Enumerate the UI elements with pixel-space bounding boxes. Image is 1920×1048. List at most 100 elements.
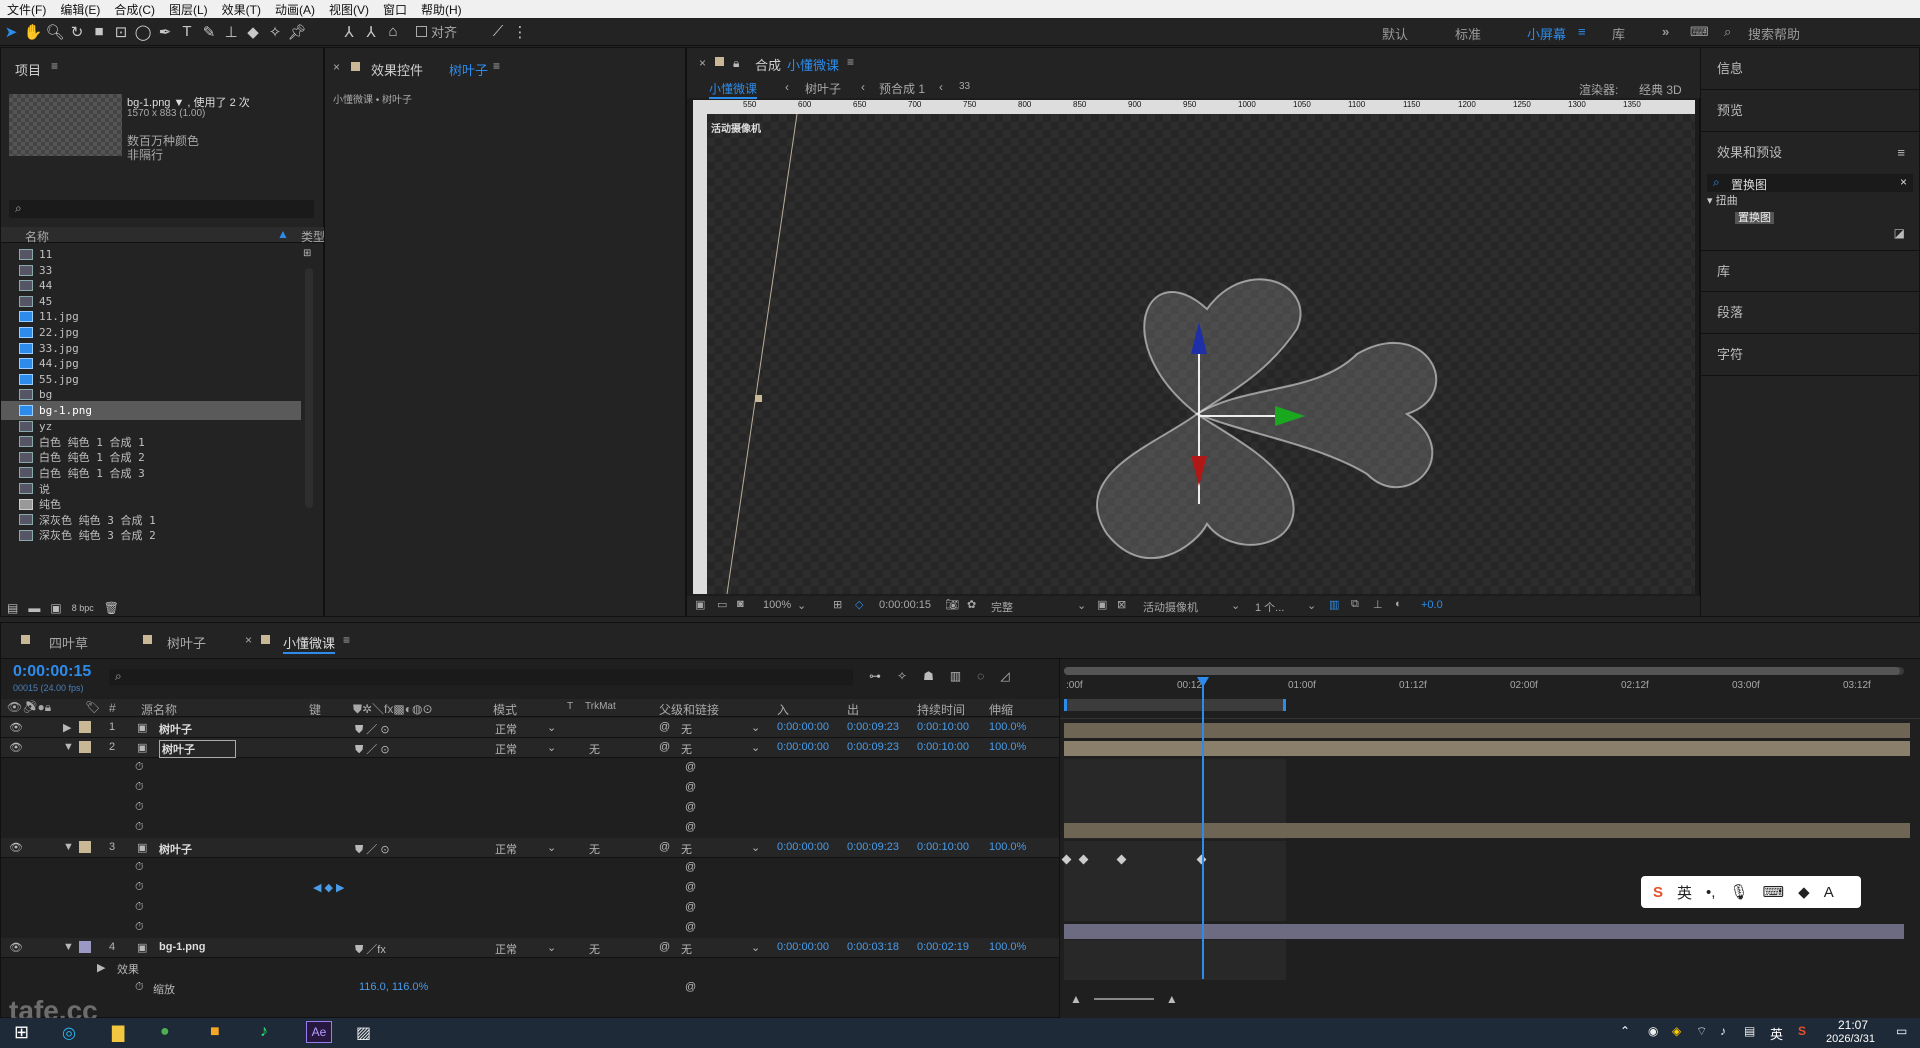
workspace-library[interactable]: 库 [1612, 24, 1625, 43]
align-checkbox[interactable]: 对齐 [416, 22, 457, 41]
zoom-tool-icon[interactable]: 🔍︎ [44, 23, 66, 41]
panel-menu-icon[interactable]: ≡ [847, 55, 854, 69]
layer-switches-icons[interactable]: ⛊ ／ ⊙ [355, 721, 390, 737]
name-column-header[interactable]: 名称 [25, 228, 49, 245]
delete-icon[interactable]: 🗑︎ [104, 601, 119, 615]
expand-arrow-icon[interactable]: ▼ [63, 741, 74, 753]
panel-menu-icon[interactable]: ≡ [51, 59, 58, 73]
snap-icon[interactable]: ⟋ [487, 23, 509, 40]
volume-icon[interactable]: ♪ [1720, 1024, 1726, 1038]
layer-stretch[interactable]: 100.0% [989, 941, 1026, 953]
new-comp-icon[interactable]: ▣ [50, 601, 61, 615]
layer-parent-select[interactable]: 无 [681, 741, 692, 757]
microphone-icon[interactable]: 🎙︎ [1729, 883, 1748, 901]
tray-icon[interactable]: ◈ [1672, 1024, 1681, 1038]
expression-pickwhip-icon[interactable]: @ [685, 821, 696, 833]
expression-pickwhip-icon[interactable]: @ [685, 981, 696, 993]
hand-tool-icon[interactable]: ✋ [22, 23, 44, 41]
label-color-swatch[interactable] [79, 741, 91, 753]
stopwatch-icon[interactable]: ⏱︎ [135, 881, 144, 894]
bpc-button[interactable]: 8 bpc [72, 603, 94, 613]
network-icon[interactable]: ⌔ [1696, 1024, 1707, 1039]
layer-parent-select[interactable]: 无 [681, 941, 692, 957]
fast-preview-icon[interactable]: ▥ [1329, 598, 1339, 611]
exposure-value[interactable]: +0.0 [1421, 599, 1443, 611]
brush-tool-icon[interactable]: ✎ [198, 23, 220, 41]
property-row[interactable]: ⏱︎ @ [1, 818, 1059, 838]
expression-pickwhip-icon[interactable]: @ [685, 801, 696, 813]
menu-item-3[interactable]: 图层(L) [162, 1, 215, 18]
work-area-bar[interactable] [1064, 699, 1286, 711]
layer-out[interactable]: 0:00:09:23 [847, 841, 899, 853]
source-name-header[interactable]: 源名称 [141, 701, 177, 718]
layer-parent-select[interactable]: 无 [681, 721, 692, 737]
flowchart-icon[interactable]: ⊥ [1373, 598, 1383, 611]
windows-start-icon[interactable]: ⊞ [14, 1022, 29, 1043]
snap-grid-icon[interactable]: ⋮ [509, 23, 531, 41]
layer-out[interactable]: 0:00:09:23 [847, 741, 899, 753]
layer-4-bar[interactable] [1064, 924, 1904, 939]
layer-duration[interactable]: 0:00:10:00 [917, 841, 969, 853]
graph-editor-icon[interactable]: ◿ [1000, 669, 1009, 683]
layer-1-bar[interactable] [1064, 723, 1910, 738]
layer-name[interactable]: bg-1.png [159, 941, 205, 953]
timeline-icon[interactable]: ⧉ [1351, 598, 1359, 611]
time-ruler[interactable]: :00f 00:12f 01:00f 01:12f 02:00f 02:12f 03:00f… [1060, 677, 1920, 697]
layer-trkmat-select[interactable]: 无 [589, 941, 600, 957]
roto-tool-icon[interactable]: ✧ [264, 23, 286, 41]
property-row[interactable]: ⏱︎ @ [1, 758, 1059, 778]
mask-icon[interactable]: ◙ [737, 598, 744, 610]
camera-select[interactable]: 活动摄像机 [1143, 599, 1198, 615]
pan-behind-tool-icon[interactable]: ⊡ [110, 23, 132, 41]
timeline-search-input[interactable]: ⌕ [109, 669, 853, 685]
layer-parent-select[interactable]: 无 [681, 841, 692, 857]
project-item[interactable]: 深灰色 纯色 3 合成 2 [1, 526, 301, 545]
info-panel[interactable]: 信息 [1701, 48, 1919, 90]
stopwatch-icon[interactable]: ⏱︎ [135, 901, 144, 914]
crumb-0[interactable]: 小懂微课 [709, 80, 758, 99]
edge-icon[interactable]: ◎ [62, 1023, 76, 1043]
notification-icon[interactable]: ▭ [1896, 1024, 1907, 1038]
stopwatch-icon[interactable]: ⏱︎ [135, 981, 144, 994]
draft-3d-icon[interactable]: ✧ [897, 669, 907, 683]
axis-world-icon[interactable]: ⅄ [360, 23, 382, 41]
parent-pickwhip-icon[interactable]: @ [659, 741, 670, 753]
sogou-icon[interactable]: S [1798, 1024, 1806, 1038]
layer-duration[interactable]: 0:00:02:19 [917, 941, 969, 953]
layer-row[interactable]: 👁︎ ▼ 3 ▣ 树叶子 ⛊ ／ ⊙ 正常 ⌄ 无 @ 无 ⌄ 0:00:00:00 0:00:09:23… [1, 838, 1059, 858]
expand-arrow-icon[interactable]: ▶ [97, 961, 105, 974]
close-icon[interactable]: × [333, 60, 340, 74]
clone-tool-icon[interactable]: ⊥ [220, 23, 242, 41]
layer-out[interactable]: 0:00:09:23 [847, 721, 899, 733]
layer-stretch[interactable]: 100.0% [989, 721, 1026, 733]
motion-blur-icon[interactable]: ◌ [977, 669, 984, 683]
crumb-3[interactable]: 33 [959, 81, 970, 92]
app-icon[interactable]: ■ [210, 1023, 220, 1041]
scale-value[interactable]: 116.0, 116.0% [359, 981, 428, 993]
keyboard-icon[interactable]: ⌨ [1690, 24, 1709, 40]
after-effects-icon[interactable]: Ae [306, 1021, 332, 1043]
property-row[interactable]: ⏱︎ ◀ ◆ ▶ @ [1, 878, 1059, 898]
layer-in[interactable]: 0:00:00:00 [777, 741, 829, 753]
skin-icon[interactable]: ◆ [1798, 883, 1810, 901]
playhead[interactable] [1202, 679, 1204, 979]
keyboard-icon[interactable]: ⌨ [1763, 883, 1785, 901]
panel-menu-icon[interactable]: ≡ [493, 59, 500, 73]
keyframe-nav-icon[interactable]: ◀ ◆ ▶ [313, 881, 345, 894]
layer-row[interactable]: 👁︎ ▼ 2 ▣ 树叶子 ⛊ ／ ⊙ 正常 ⌄ 无 @ 无 ⌄ 0:00:00:00 0:00:09:23… [1, 738, 1059, 758]
frame-blend-icon[interactable]: ▥ [950, 669, 961, 683]
visibility-icon[interactable]: 👁︎ [9, 721, 23, 734]
time-navigator[interactable] [1064, 667, 1904, 675]
layer-in[interactable]: 0:00:00:00 [777, 941, 829, 953]
stopwatch-icon[interactable]: ⏱︎ [135, 921, 144, 934]
time-graph[interactable]: :00f 00:12f 01:00f 01:12f 02:00f 02:12f 03:00f… [1059, 659, 1920, 1019]
new-folder-icon[interactable]: ▬ [28, 601, 40, 615]
expression-pickwhip-icon[interactable]: @ [685, 901, 696, 913]
menu-item-2[interactable]: 合成(C) [107, 1, 162, 18]
ime-lang[interactable]: 英 [1677, 882, 1692, 903]
visibility-icon[interactable]: 👁︎ [9, 841, 23, 854]
label-color-swatch[interactable] [79, 941, 91, 953]
app-icon[interactable]: ● [160, 1023, 170, 1041]
views-select[interactable]: 1 个... [1255, 599, 1284, 615]
toggle-icon[interactable]: ▣ [1097, 598, 1107, 611]
